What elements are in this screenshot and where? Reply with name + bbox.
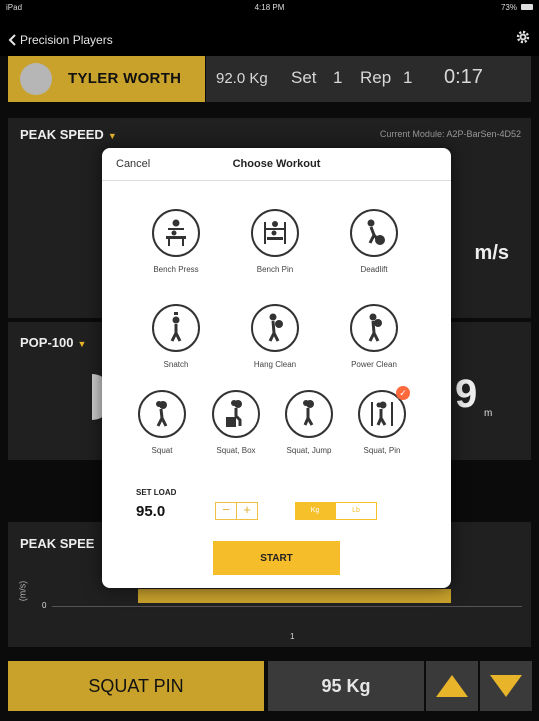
triangle-up-icon: [436, 675, 468, 697]
peak-speed-header[interactable]: PEAK SPEED ▼: [20, 127, 117, 142]
triangle-down-icon: [490, 675, 522, 697]
hang-clean-icon: [251, 304, 299, 352]
athlete-name: TYLER WORTH: [68, 70, 182, 87]
power-clean-icon: [350, 304, 398, 352]
caret-down-icon: ▼: [107, 131, 117, 141]
timer: 0:17: [444, 66, 483, 88]
set-load-label: SET LOAD: [136, 488, 177, 497]
pop100-header[interactable]: POP-100 ▼: [20, 335, 86, 350]
battery-icon: [521, 4, 533, 10]
workout-squat-pin[interactable]: ✓ Squat, Pin: [347, 386, 417, 455]
workout-bench-press[interactable]: Bench Press: [141, 209, 211, 274]
set-label: Set: [291, 68, 317, 87]
squat-jump-icon: [285, 390, 333, 438]
modal-header: Cancel Choose Workout: [102, 148, 451, 181]
unit-kg-toggle[interactable]: Kg: [295, 502, 335, 520]
selected-check-icon: ✓: [396, 386, 410, 400]
chart-y-zero: 0: [42, 601, 47, 610]
session-stats: 92.0 Kg Set 1 Rep 1 0:17: [206, 56, 531, 102]
squat-pin-icon: ✓: [358, 386, 410, 438]
workout-label: Squat, Jump: [286, 446, 332, 455]
workout-label: Bench Press: [153, 265, 199, 274]
rep-value: 1: [403, 68, 413, 87]
set-value: 1: [333, 68, 343, 87]
chart-y-unit: (m/s): [17, 580, 28, 602]
exercise-button[interactable]: SQUAT PIN: [8, 661, 264, 711]
clock: 4:18 PM: [254, 3, 285, 12]
deadlift-icon: [350, 209, 398, 257]
nav-bar: Precision Players: [0, 16, 539, 56]
avatar: [20, 63, 52, 95]
pop100-value-tail: 9: [455, 372, 478, 416]
caret-down-icon: ▼: [77, 339, 87, 349]
modal-title: Choose Workout: [232, 158, 321, 170]
workout-label: Snatch: [163, 360, 189, 369]
set-load-value: 95.0: [136, 503, 166, 520]
workout-label: Squat, Pin: [363, 446, 401, 455]
workout-squat[interactable]: Squat: [127, 390, 197, 455]
back-button[interactable]: Precision Players: [8, 33, 113, 47]
workout-squat-box[interactable]: Squat, Box: [201, 390, 271, 455]
decrease-load-button[interactable]: −: [215, 502, 237, 520]
load-up-button[interactable]: [426, 661, 478, 711]
workout-bench-pin[interactable]: Bench Pin: [240, 209, 310, 274]
battery-percent: 73%: [500, 3, 517, 12]
load-display: 95 Kg: [268, 661, 424, 711]
current-module: Current Module: A2P-BarSen-4D52: [379, 129, 521, 139]
peak-speed-title: PEAK SPEED: [20, 127, 104, 142]
back-label: Precision Players: [20, 33, 113, 47]
bench-press-icon: [152, 209, 200, 257]
athlete-weight: 92.0 Kg: [216, 70, 268, 87]
chart-title: PEAK SPEE: [20, 536, 95, 551]
squat-icon: [138, 390, 186, 438]
squat-box-icon: [212, 390, 260, 438]
workout-deadlift[interactable]: Deadlift: [339, 209, 409, 274]
workout-power-clean[interactable]: Power Clean: [339, 304, 409, 369]
chevron-left-icon: [8, 34, 16, 46]
gear-icon[interactable]: [515, 29, 531, 45]
bench-pin-icon: [251, 209, 299, 257]
snatch-icon: [152, 304, 200, 352]
exercise-label: SQUAT PIN: [88, 675, 184, 696]
start-button[interactable]: START: [213, 541, 340, 575]
workout-label: Bench Pin: [256, 265, 294, 274]
increase-load-button[interactable]: +: [236, 502, 258, 520]
load-value: 95 Kg: [321, 675, 371, 696]
athlete-selector[interactable]: TYLER WORTH: [8, 56, 205, 102]
load-down-button[interactable]: [480, 661, 532, 711]
status-bar: iPad 4:18 PM 73%: [0, 0, 539, 16]
workout-label: Deadlift: [360, 265, 388, 274]
workout-label: Squat, Box: [216, 446, 256, 455]
chart-bar: [138, 589, 451, 603]
chart-x-tick: 1: [290, 632, 295, 641]
workout-squat-jump[interactable]: Squat, Jump: [274, 390, 344, 455]
workout-label: Power Clean: [351, 360, 397, 369]
choose-workout-modal: Cancel Choose Workout Bench Press Bench …: [102, 148, 451, 588]
workout-label: Hang Clean: [253, 360, 297, 369]
workout-snatch[interactable]: Snatch: [141, 304, 211, 369]
chart-axis: [52, 606, 522, 607]
pop100-unit: m: [484, 408, 493, 419]
speed-unit: m/s: [474, 242, 509, 264]
pop100-title: POP-100: [20, 335, 74, 350]
workout-label: Squat: [151, 446, 173, 455]
start-label: START: [260, 552, 293, 564]
rep-label: Rep: [360, 68, 392, 87]
workout-hang-clean[interactable]: Hang Clean: [240, 304, 310, 369]
unit-lb-toggle[interactable]: Lb: [335, 502, 377, 520]
